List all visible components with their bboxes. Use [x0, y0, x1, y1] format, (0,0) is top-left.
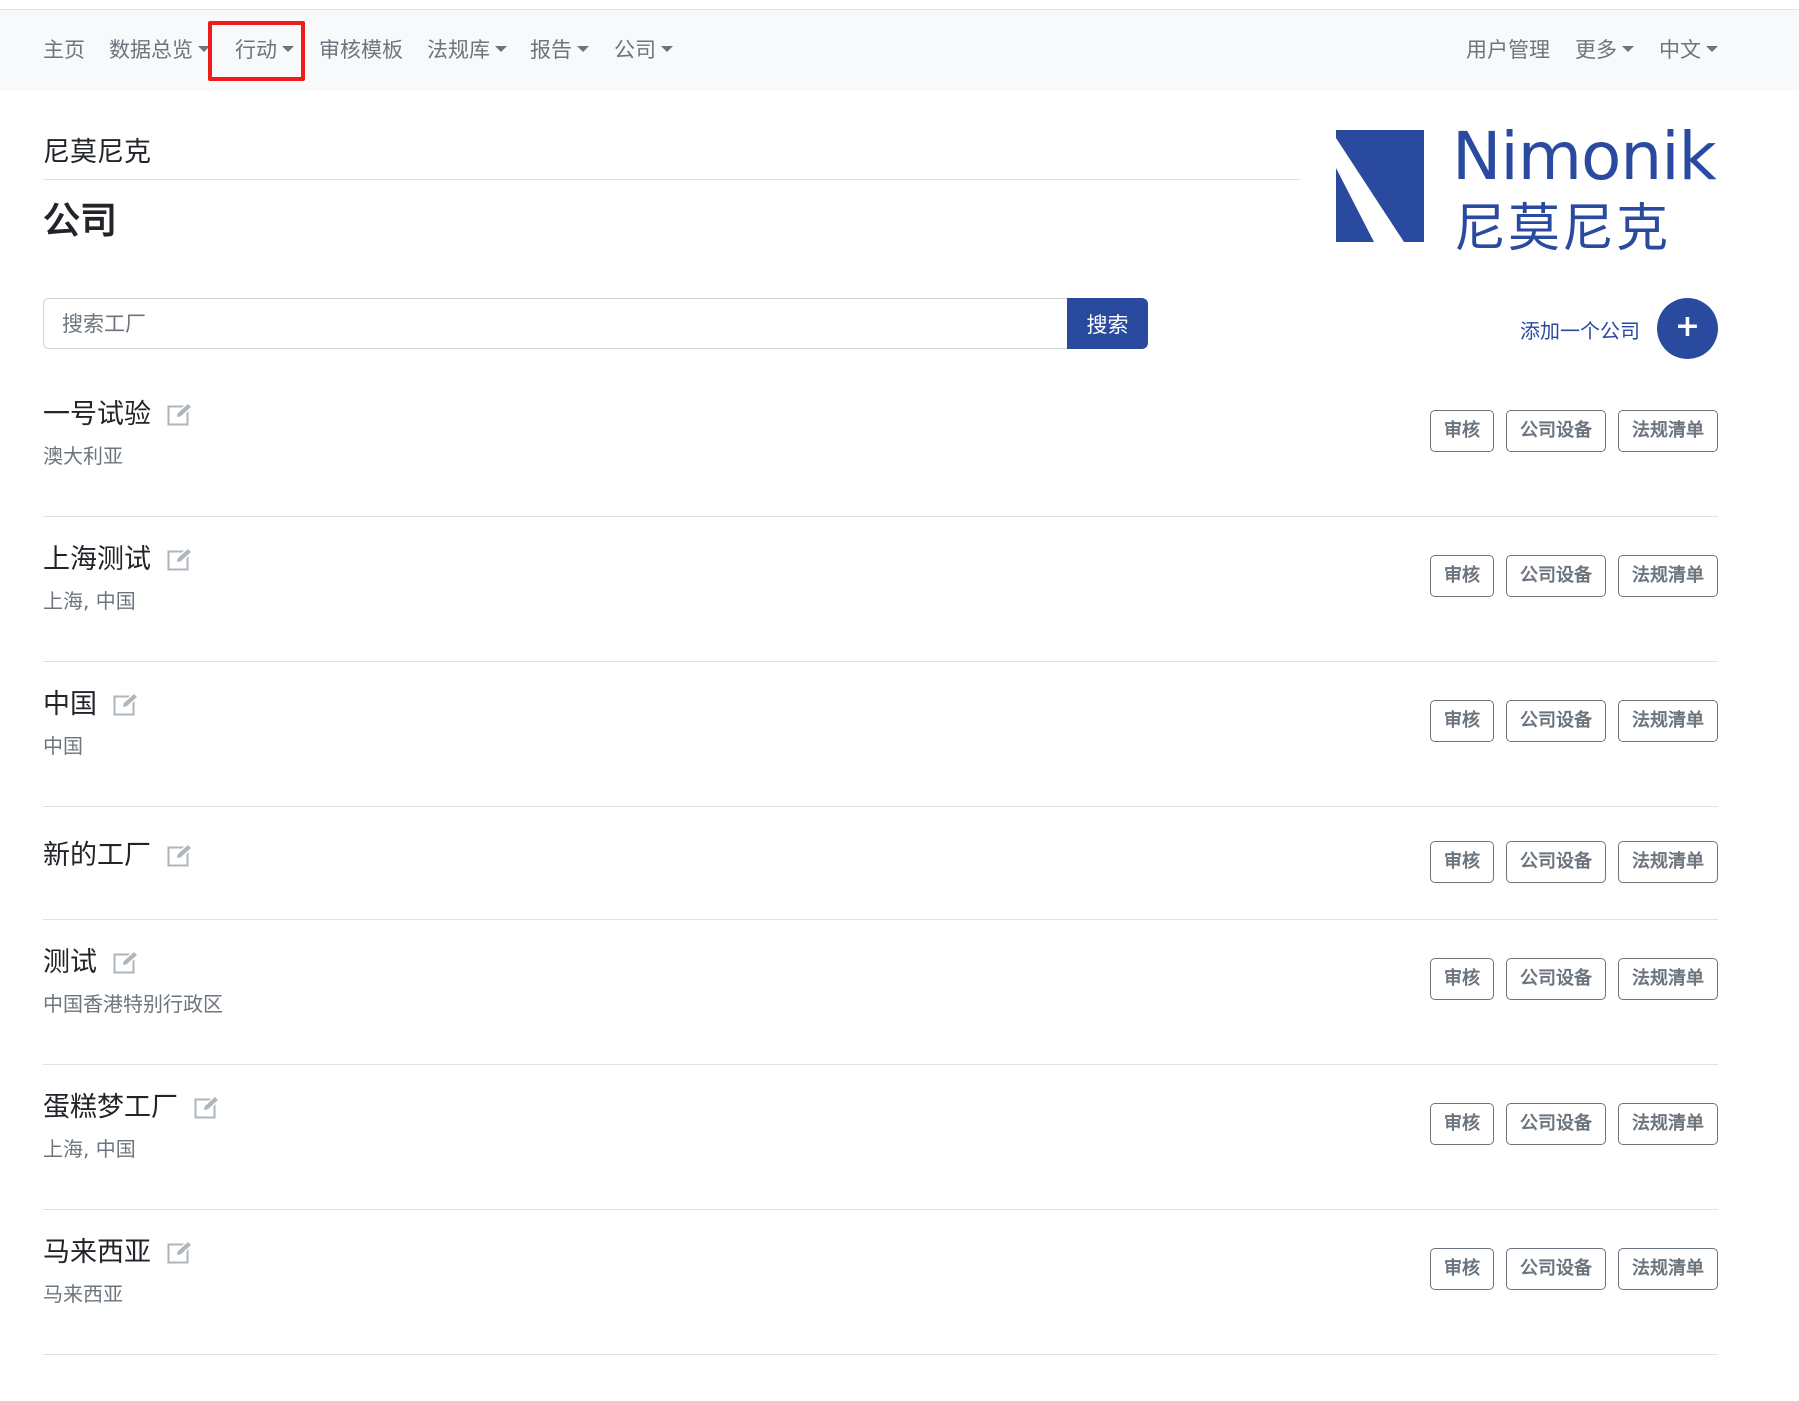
audit-button[interactable]: 审核 — [1430, 1248, 1494, 1290]
edit-icon[interactable] — [167, 546, 193, 571]
company-name: 测试 — [43, 947, 97, 978]
company-actions: 审核 公司设备 法规清单 — [1430, 1103, 1718, 1145]
company-row: 测试 中国香港特别行政区 审核 公司设备 法规清单 — [43, 920, 1718, 1065]
company-name: 上海测试 — [43, 544, 151, 575]
audit-button[interactable]: 审核 — [1430, 958, 1494, 1000]
nimonik-logo-mark-icon — [1336, 130, 1424, 242]
company-name-link[interactable]: 一号试验 — [43, 392, 193, 431]
company-actions: 审核 公司设备 法规清单 — [1430, 700, 1718, 742]
brand-subtitle: 尼莫尼克 — [43, 137, 151, 168]
company-name: 马来西亚 — [43, 1237, 151, 1268]
nav-user-management[interactable]: 用户管理 — [1466, 10, 1550, 91]
nav-regulations-label: 法规库 — [427, 38, 490, 62]
company-location: 中国香港特别行政区 — [43, 992, 223, 1016]
nav-home[interactable]: 主页 — [43, 10, 85, 91]
checklist-button[interactable]: 法规清单 — [1618, 1103, 1718, 1145]
caret-down-icon — [495, 46, 507, 52]
equipment-button[interactable]: 公司设备 — [1506, 1248, 1606, 1290]
checklist-button[interactable]: 法规清单 — [1618, 700, 1718, 742]
audit-button[interactable]: 审核 — [1430, 410, 1494, 452]
company-location: 上海, 中国 — [43, 1137, 136, 1161]
equipment-button[interactable]: 公司设备 — [1506, 958, 1606, 1000]
company-row: 新的工厂 审核 公司设备 法规清单 — [43, 807, 1718, 920]
page-title: 公司 — [43, 199, 117, 242]
company-actions: 审核 公司设备 法规清单 — [1430, 958, 1718, 1000]
caret-down-icon — [1622, 46, 1634, 52]
equipment-button[interactable]: 公司设备 — [1506, 700, 1606, 742]
equipment-button[interactable]: 公司设备 — [1506, 1103, 1606, 1145]
company-actions: 审核 公司设备 法规清单 — [1430, 1248, 1718, 1290]
company-row: 中国 中国 审核 公司设备 法规清单 — [43, 662, 1718, 807]
checklist-button[interactable]: 法规清单 — [1618, 958, 1718, 1000]
nav-more-dropdown[interactable]: 更多 — [1575, 10, 1634, 91]
audit-button[interactable]: 审核 — [1430, 555, 1494, 597]
company-name: 蛋糕梦工厂 — [43, 1092, 178, 1123]
equipment-button[interactable]: 公司设备 — [1506, 410, 1606, 452]
nav-reports-dropdown[interactable]: 报告 — [530, 10, 589, 91]
company-actions: 审核 公司设备 法规清单 — [1430, 841, 1718, 883]
checklist-button[interactable]: 法规清单 — [1618, 555, 1718, 597]
nav-reports-label: 报告 — [530, 38, 572, 62]
checklist-button[interactable]: 法规清单 — [1618, 410, 1718, 452]
company-list: 一号试验 澳大利亚 审核 公司设备 法规清单 上海测试 上海, 中国 审核 公司… — [43, 372, 1718, 1355]
logo-text-cn: 尼莫尼克 — [1454, 199, 1671, 259]
company-location: 中国 — [43, 734, 83, 758]
nimonik-logo: Nimonik 尼莫尼克 — [1334, 118, 1729, 259]
company-location: 上海, 中国 — [43, 589, 136, 613]
edit-icon[interactable] — [167, 401, 193, 426]
nav-language-label: 中文 — [1659, 38, 1701, 62]
nav-company-label: 公司 — [614, 38, 656, 62]
company-name-link[interactable]: 马来西亚 — [43, 1230, 193, 1269]
equipment-button[interactable]: 公司设备 — [1506, 555, 1606, 597]
nav-audit-templates[interactable]: 审核模板 — [319, 10, 403, 91]
plus-icon: + — [1674, 309, 1701, 344]
nav-dashboard-dropdown[interactable]: 数据总览 — [109, 10, 210, 91]
audit-button[interactable]: 审核 — [1430, 1103, 1494, 1145]
header-divider — [43, 179, 1300, 180]
nav-more-label: 更多 — [1575, 38, 1617, 62]
add-company-button[interactable]: + — [1657, 298, 1718, 359]
company-name-link[interactable]: 中国 — [43, 682, 139, 721]
company-row: 上海测试 上海, 中国 审核 公司设备 法规清单 — [43, 517, 1718, 662]
checklist-button[interactable]: 法规清单 — [1618, 841, 1718, 883]
caret-down-icon — [1706, 46, 1718, 52]
edit-icon[interactable] — [194, 1094, 220, 1119]
audit-button[interactable]: 审核 — [1430, 841, 1494, 883]
company-name-link[interactable]: 测试 — [43, 940, 139, 979]
company-name: 一号试验 — [43, 399, 151, 430]
search-button[interactable]: 搜索 — [1067, 298, 1148, 349]
company-location: 马来西亚 — [43, 1282, 123, 1306]
search-input[interactable] — [43, 298, 1068, 349]
add-company-link[interactable]: 添加一个公司 — [1520, 315, 1640, 344]
company-name-link[interactable]: 上海测试 — [43, 537, 193, 576]
company-row: 蛋糕梦工厂 上海, 中国 审核 公司设备 法规清单 — [43, 1065, 1718, 1210]
edit-icon[interactable] — [167, 1239, 193, 1264]
highlight-box — [208, 21, 305, 81]
logo-text-en: Nimonik — [1452, 118, 1717, 195]
edit-icon[interactable] — [167, 842, 193, 867]
caret-down-icon — [661, 46, 673, 52]
company-location: 澳大利亚 — [43, 444, 123, 468]
edit-icon[interactable] — [113, 949, 139, 974]
equipment-button[interactable]: 公司设备 — [1506, 841, 1606, 883]
search-bar: 搜索 — [43, 298, 1148, 349]
nav-dashboard-label: 数据总览 — [109, 38, 193, 62]
edit-icon[interactable] — [113, 691, 139, 716]
company-name: 新的工厂 — [43, 840, 151, 871]
nav-language-dropdown[interactable]: 中文 — [1659, 10, 1718, 91]
company-name: 中国 — [43, 689, 97, 720]
audit-button[interactable]: 审核 — [1430, 700, 1494, 742]
company-row: 马来西亚 马来西亚 审核 公司设备 法规清单 — [43, 1210, 1718, 1355]
company-row: 一号试验 澳大利亚 审核 公司设备 法规清单 — [43, 372, 1718, 517]
caret-down-icon — [577, 46, 589, 52]
company-name-link[interactable]: 新的工厂 — [43, 833, 193, 872]
nav-company-dropdown[interactable]: 公司 — [614, 10, 673, 91]
company-name-link[interactable]: 蛋糕梦工厂 — [43, 1085, 220, 1124]
company-actions: 审核 公司设备 法规清单 — [1430, 410, 1718, 452]
checklist-button[interactable]: 法规清单 — [1618, 1248, 1718, 1290]
company-actions: 审核 公司设备 法规清单 — [1430, 555, 1718, 597]
nav-regulations-dropdown[interactable]: 法规库 — [427, 10, 507, 91]
